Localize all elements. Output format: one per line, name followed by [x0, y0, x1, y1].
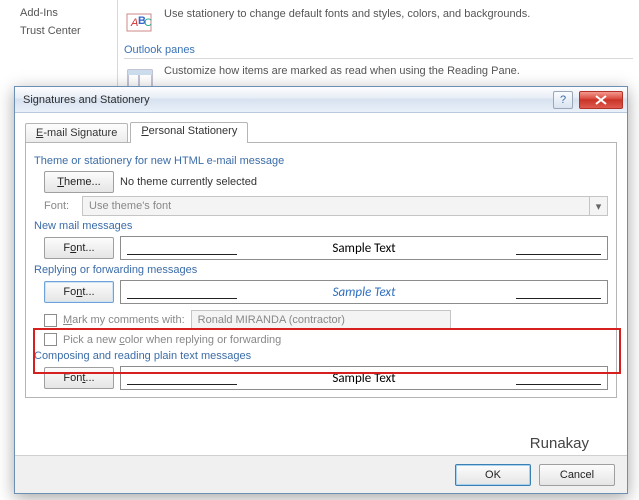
watermark: Runakay	[530, 435, 589, 452]
stationery-icon: ABC	[124, 8, 156, 36]
theme-button[interactable]: Theme...	[44, 171, 114, 193]
new-mail-font-button[interactable]: Font...	[44, 237, 114, 259]
dialog-title: Signatures and Stationery	[23, 94, 553, 106]
comment-name-input: Ronald MIRANDA (contractor)	[191, 310, 451, 330]
options-sidebar: Add-Ins Trust Center	[0, 0, 118, 100]
font-combo-value: Use theme's font	[89, 200, 171, 212]
close-icon	[595, 95, 607, 105]
pick-color-label: Pick a new color when replying or forwar…	[63, 334, 281, 346]
reply-section-header: Replying or forwarding messages	[34, 264, 608, 276]
outlook-panes-header: Outlook panes	[124, 44, 633, 59]
tab-strip: E-mail Signature Personal Stationery	[25, 121, 617, 143]
reply-font-button[interactable]: Font...	[44, 281, 114, 303]
theme-section-header: Theme or stationery for new HTML e-mail …	[34, 155, 608, 167]
dialog-footer: OK Cancel	[15, 455, 627, 493]
sidebar-item-addins[interactable]: Add-Ins	[20, 4, 117, 22]
dialog-titlebar[interactable]: Signatures and Stationery ?	[15, 87, 627, 113]
options-background: Add-Ins Trust Center ABC Use stationery …	[0, 0, 639, 100]
tab-email-signature[interactable]: E-mail Signature	[25, 123, 128, 142]
compose-section-header: Composing and reading plain text message…	[34, 350, 608, 362]
cancel-button[interactable]: Cancel	[539, 464, 615, 486]
new-mail-sample: Sample Text	[120, 236, 608, 260]
help-button[interactable]: ?	[553, 91, 573, 109]
pick-color-checkbox[interactable]	[44, 333, 57, 346]
new-mail-section-header: New mail messages	[34, 220, 608, 232]
ok-button[interactable]: OK	[455, 464, 531, 486]
svg-text:C: C	[144, 17, 152, 29]
tab-personal-stationery[interactable]: Personal Stationery	[130, 122, 248, 143]
personal-stationery-pane: Theme or stationery for new HTML e-mail …	[25, 143, 617, 398]
chevron-down-icon: ▾	[589, 197, 607, 215]
signatures-stationery-dialog: Signatures and Stationery ? E-mail Signa…	[14, 86, 628, 494]
no-theme-label: No theme currently selected	[120, 176, 257, 188]
compose-sample: Sample Text	[120, 366, 608, 390]
font-label: Font:	[44, 200, 76, 212]
mark-comments-label: Mark my comments with:	[63, 314, 185, 326]
compose-font-button[interactable]: Font...	[44, 367, 114, 389]
stationery-description: Use stationery to change default fonts a…	[164, 8, 530, 20]
reply-sample: Sample Text	[120, 280, 608, 304]
options-main: ABC Use stationery to change default fon…	[118, 0, 639, 100]
mark-comments-checkbox[interactable]	[44, 314, 57, 327]
reading-pane-description: Customize how items are marked as read w…	[164, 65, 520, 77]
close-button[interactable]	[579, 91, 623, 109]
sidebar-item-trust-center[interactable]: Trust Center	[20, 22, 117, 40]
font-combo[interactable]: Use theme's font ▾	[82, 196, 608, 216]
